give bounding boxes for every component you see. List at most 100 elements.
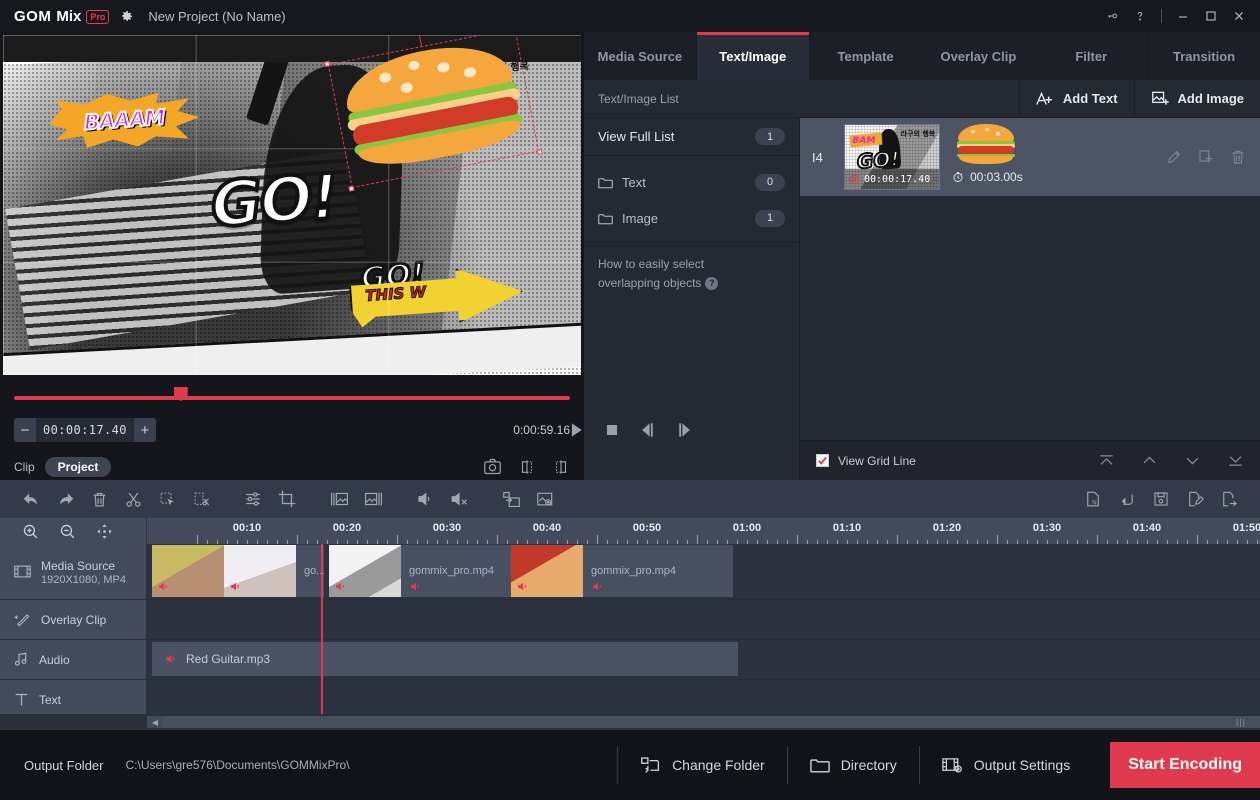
clip-audio-icon[interactable] [516,580,529,593]
clip-audio-icon[interactable] [157,580,170,593]
tab-transition[interactable]: Transition [1148,32,1260,80]
video-preview[interactable]: 라구의 행복 BAAAM GO! GO! THIS W [3,35,581,375]
minimize-icon[interactable] [1170,3,1196,29]
view-full-list-row[interactable]: View Full List 1 [584,118,799,156]
play-icon[interactable] [566,420,586,440]
tab-text-image[interactable]: Text/Image [697,32,810,80]
time-increment-button[interactable]: + [134,418,156,442]
split-right-icon[interactable] [356,482,390,516]
track-header-text[interactable]: Text [0,680,147,714]
mode-clip-button[interactable]: Clip [14,460,35,474]
timeline-video-clip[interactable] [224,545,296,597]
next-frame-icon[interactable] [674,420,694,440]
track-body-overlay-clip[interactable] [147,600,1260,639]
mute-icon[interactable] [442,482,476,516]
start-encoding-button[interactable]: Start Encoding [1110,742,1260,788]
track-body-media-source[interactable]: go... gommix_pro.mp4 gommix_pro.mp4 [147,544,1260,599]
tab-filter[interactable]: Filter [1035,32,1148,80]
category-image[interactable]: Image 1 [584,200,799,236]
cut-selection-icon[interactable] [184,482,218,516]
send-backward-icon[interactable] [1184,453,1201,468]
view-grid-line-checkbox[interactable] [816,454,829,467]
undo-icon[interactable] [14,482,48,516]
add-image-button[interactable]: Add Image [1134,80,1260,118]
compare-after-icon[interactable] [552,458,570,476]
clip-audio-icon[interactable] [334,580,347,593]
new-project-icon[interactable]: N [1076,482,1110,516]
track-body-text[interactable] [147,680,1260,714]
duplicate-icon[interactable] [1198,149,1214,165]
clip-audio-icon[interactable] [229,580,242,593]
clip-audio-icon[interactable] [409,580,422,593]
time-decrement-button[interactable]: − [14,418,36,442]
edit-project-icon[interactable] [1178,482,1212,516]
current-time-value[interactable]: 00:00:17.40 [36,418,134,442]
tab-overlay-clip[interactable]: Overlay Clip [922,32,1035,80]
seek-bar-container[interactable] [14,387,570,409]
tab-template[interactable]: Template [810,32,923,80]
zoom-out-icon[interactable] [59,523,76,540]
timeline-hscrollbar[interactable]: ◀ ||| [0,714,1260,730]
gear-icon[interactable] [119,9,134,24]
seek-track[interactable] [14,396,570,400]
overlay-extract-icon[interactable] [494,482,528,516]
stop-icon[interactable] [602,420,622,440]
track-header-audio[interactable]: Audio [0,640,147,679]
edit-icon[interactable] [1166,149,1182,165]
add-text-button[interactable]: Add Text [1019,80,1134,118]
close-icon[interactable] [1226,3,1252,29]
list-item-thumbnail[interactable]: BAM GO! 라구의 행복 00:00:17.40 [844,124,940,190]
tab-media-source[interactable]: Media Source [584,32,697,80]
zoom-in-icon[interactable] [22,523,39,540]
delete-icon[interactable] [1230,149,1246,165]
clip-audio-icon[interactable] [591,580,604,593]
split-left-icon[interactable] [322,482,356,516]
save-project-icon[interactable] [1144,482,1178,516]
list-item[interactable]: I4 BAM GO! 라구의 행복 00:00:17.40 [800,118,1260,196]
fit-icon[interactable] [96,523,113,540]
previous-frame-icon[interactable] [638,420,658,440]
output-settings-button[interactable]: Output Settings [920,756,1093,774]
preview-toggle-icon[interactable] [528,482,562,516]
scroll-left-icon[interactable]: ◀ [147,716,163,728]
bring-forward-icon[interactable] [1141,453,1158,468]
question-mark-icon[interactable]: ? [705,277,718,290]
maximize-icon[interactable] [1198,3,1224,29]
category-text[interactable]: Text 0 [584,164,799,200]
timeline-video-clip[interactable]: gommix_pro.mp4 [401,545,511,597]
adjust-icon[interactable] [236,482,270,516]
timeline-ruler[interactable]: 00:1000:2000:3000:4000:5001:0001:1001:20… [147,518,1260,544]
send-to-back-icon[interactable] [1227,453,1244,468]
hscroll-track[interactable]: ◀ ||| [147,716,1260,728]
bring-to-front-icon[interactable] [1098,453,1115,468]
timeline-video-clip[interactable]: gommix_pro.mp4 [583,545,733,597]
crop-icon[interactable] [270,482,304,516]
camera-icon[interactable] [483,458,502,476]
clip-audio-icon[interactable] [164,652,178,666]
delete-icon[interactable] [82,482,116,516]
view-grid-line-label[interactable]: View Grid Line [838,454,916,468]
redo-icon[interactable] [48,482,82,516]
timeline-video-clip[interactable] [152,545,224,597]
directory-button[interactable]: Directory [788,757,919,774]
revert-icon[interactable] [1110,482,1144,516]
mode-project-button[interactable]: Project [45,457,112,477]
volume-icon[interactable] [408,482,442,516]
timeline-playhead[interactable] [321,544,323,714]
help-icon[interactable] [1127,3,1153,29]
compare-before-icon[interactable] [518,458,536,476]
timeline-video-clip[interactable] [511,545,583,597]
timeline-video-clip[interactable] [329,545,401,597]
track-header-overlay-clip[interactable]: Overlay Clip [0,600,147,639]
export-project-icon[interactable] [1212,482,1246,516]
key-icon[interactable] [1099,3,1125,29]
cut-icon[interactable] [116,482,150,516]
track-body-audio[interactable]: Red Guitar.mp3 [147,640,1260,679]
timeline-audio-clip[interactable]: Red Guitar.mp3 [152,642,738,676]
change-folder-button[interactable]: Change Folder [618,756,787,774]
hscroll-thumb[interactable]: ||| [163,716,1260,728]
overlap-help-text[interactable]: How to easily select overlapping objects… [584,242,799,305]
timeline-video-clip[interactable]: go... [296,545,324,597]
current-time-stepper[interactable]: − 00:00:17.40 + [14,418,156,442]
select-area-icon[interactable] [150,482,184,516]
